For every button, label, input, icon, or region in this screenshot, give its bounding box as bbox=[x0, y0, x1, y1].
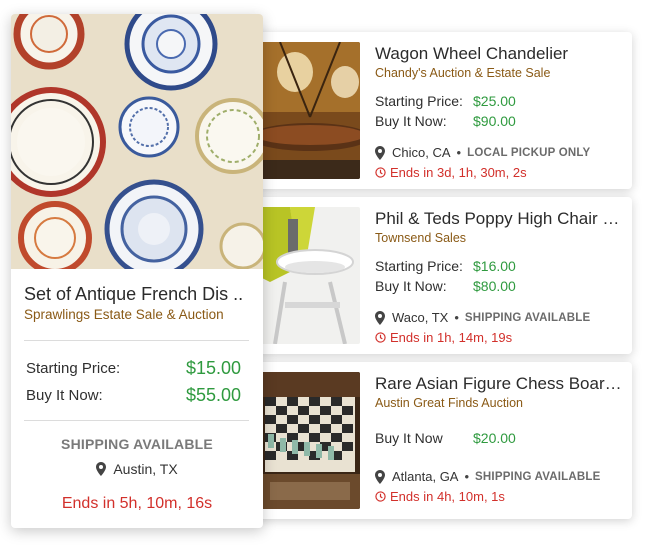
clock-icon bbox=[375, 332, 386, 343]
location-text: Chico, CA bbox=[392, 145, 451, 160]
starting-price-label: Starting Price: bbox=[375, 93, 463, 109]
starting-price-row: Starting Price: $16.00 bbox=[375, 258, 516, 274]
starting-price-value: $15.00 bbox=[185, 358, 241, 378]
location-row: Chico, CA • LOCAL PICKUP ONLY bbox=[375, 145, 590, 160]
buy-it-now-label: Buy It Now: bbox=[375, 278, 447, 294]
chess-board-thumbnail[interactable] bbox=[260, 372, 360, 509]
ends-text: Ends in 4h, 10m, 1s bbox=[390, 489, 505, 504]
separator-dot: • bbox=[454, 310, 459, 325]
location-pin-icon bbox=[375, 145, 385, 160]
buy-it-now-value: $90.00 bbox=[473, 113, 516, 129]
clock-icon bbox=[375, 491, 386, 502]
listing-title[interactable]: Rare Asian Figure Chess Board... bbox=[375, 374, 625, 394]
listing-title[interactable]: Phil & Teds Poppy High Chair N... bbox=[375, 209, 625, 229]
high-chair-thumbnail[interactable] bbox=[260, 207, 360, 344]
ends-row: Ends in 4h, 10m, 1s bbox=[375, 489, 505, 504]
wall-plates-image[interactable] bbox=[11, 14, 263, 269]
buy-it-now-row: Buy It Now: $55.00 bbox=[26, 385, 241, 405]
shipping-label: SHIPPING AVAILABLE bbox=[61, 436, 213, 452]
divider bbox=[24, 420, 249, 421]
buy-it-now-row: Buy It Now: $90.00 bbox=[375, 113, 516, 129]
listing-seller[interactable]: Chandy's Auction & Estate Sale bbox=[375, 66, 625, 80]
buy-it-now-row: Buy It Now $20.00 bbox=[375, 430, 516, 446]
shipping-label: SHIPPING AVAILABLE bbox=[475, 470, 601, 483]
location-text: Austin, TX bbox=[113, 461, 178, 477]
listing-title[interactable]: Wagon Wheel Chandelier bbox=[375, 44, 625, 64]
featured-title[interactable]: Set of Antique French Dis .. bbox=[24, 284, 254, 305]
location-pin-icon bbox=[375, 310, 385, 325]
location-row: Austin, TX bbox=[11, 461, 263, 477]
starting-price-row: Starting Price: $15.00 bbox=[26, 358, 241, 378]
shipping-label: SHIPPING AVAILABLE bbox=[464, 311, 591, 324]
location-row: Waco, TX • SHIPPING AVAILABLE bbox=[375, 310, 590, 325]
starting-price-label: Starting Price: bbox=[26, 360, 121, 377]
location-pin-icon bbox=[96, 462, 107, 476]
starting-price-label: Starting Price: bbox=[375, 258, 463, 274]
buy-it-now-label: Buy It Now: bbox=[26, 387, 103, 404]
starting-price-value: $25.00 bbox=[473, 93, 516, 109]
featured-seller[interactable]: Sprawlings Estate Sale & Auction bbox=[24, 307, 224, 322]
ends-row: Ends in 1h, 14m, 19s bbox=[375, 330, 512, 345]
listing-card[interactable]: Wagon Wheel Chandelier Chandy's Auction … bbox=[250, 32, 632, 189]
buy-it-now-label: Buy It Now bbox=[375, 430, 443, 446]
clock-icon bbox=[375, 167, 386, 178]
location-text: Waco, TX bbox=[392, 310, 449, 325]
listing-card[interactable]: Phil & Teds Poppy High Chair N... Townse… bbox=[250, 197, 632, 354]
location-pin-icon bbox=[375, 469, 385, 484]
location-text: Atlanta, GA bbox=[392, 469, 459, 484]
buy-it-now-value: $55.00 bbox=[185, 385, 241, 405]
featured-listing-card[interactable]: Set of Antique French Dis .. Sprawlings … bbox=[11, 14, 263, 528]
ends-text: Ends in 1h, 14m, 19s bbox=[390, 330, 513, 345]
starting-price-value: $16.00 bbox=[473, 258, 516, 274]
buy-it-now-value: $80.00 bbox=[473, 278, 516, 294]
ends-text: Ends in 3d, 1h, 30m, 2s bbox=[390, 165, 527, 180]
ends-text: Ends in 5h, 10m, 16s bbox=[61, 495, 213, 512]
starting-price-row: Starting Price: $25.00 bbox=[375, 93, 516, 109]
listing-card[interactable]: Rare Asian Figure Chess Board... Austin … bbox=[250, 362, 632, 519]
shipping-label: LOCAL PICKUP ONLY bbox=[467, 146, 591, 159]
divider bbox=[24, 340, 249, 341]
listing-seller[interactable]: Austin Great Finds Auction bbox=[375, 396, 625, 410]
ends-row: Ends in 3d, 1h, 30m, 2s bbox=[375, 165, 527, 180]
location-row: Atlanta, GA • SHIPPING AVAILABLE bbox=[375, 469, 600, 484]
listing-seller[interactable]: Townsend Sales bbox=[375, 231, 625, 245]
separator-dot: • bbox=[464, 469, 470, 484]
buy-it-now-row: Buy It Now: $80.00 bbox=[375, 278, 516, 294]
buy-it-now-value: $20.00 bbox=[473, 430, 516, 446]
separator-dot: • bbox=[456, 145, 462, 160]
buy-it-now-label: Buy It Now: bbox=[375, 113, 447, 129]
chandelier-thumbnail[interactable] bbox=[260, 42, 360, 179]
